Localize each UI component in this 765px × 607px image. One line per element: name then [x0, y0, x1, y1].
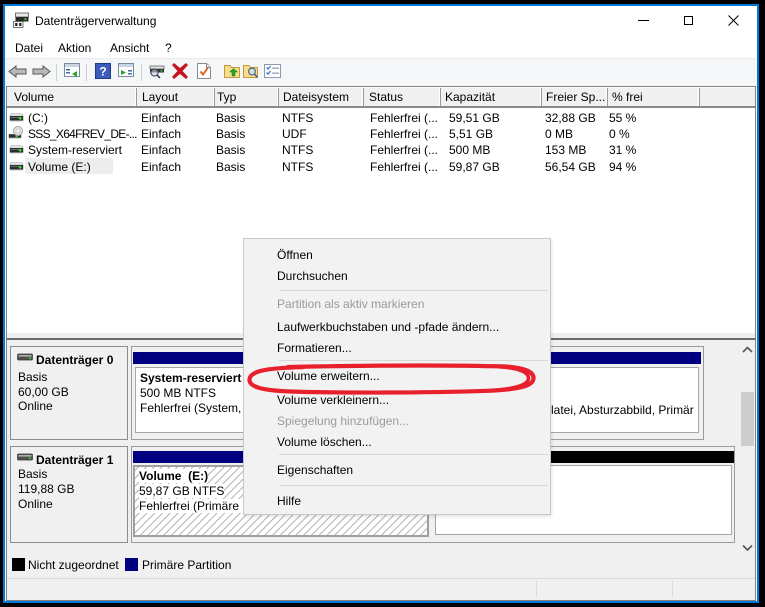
svg-text:?: ?	[99, 65, 106, 79]
